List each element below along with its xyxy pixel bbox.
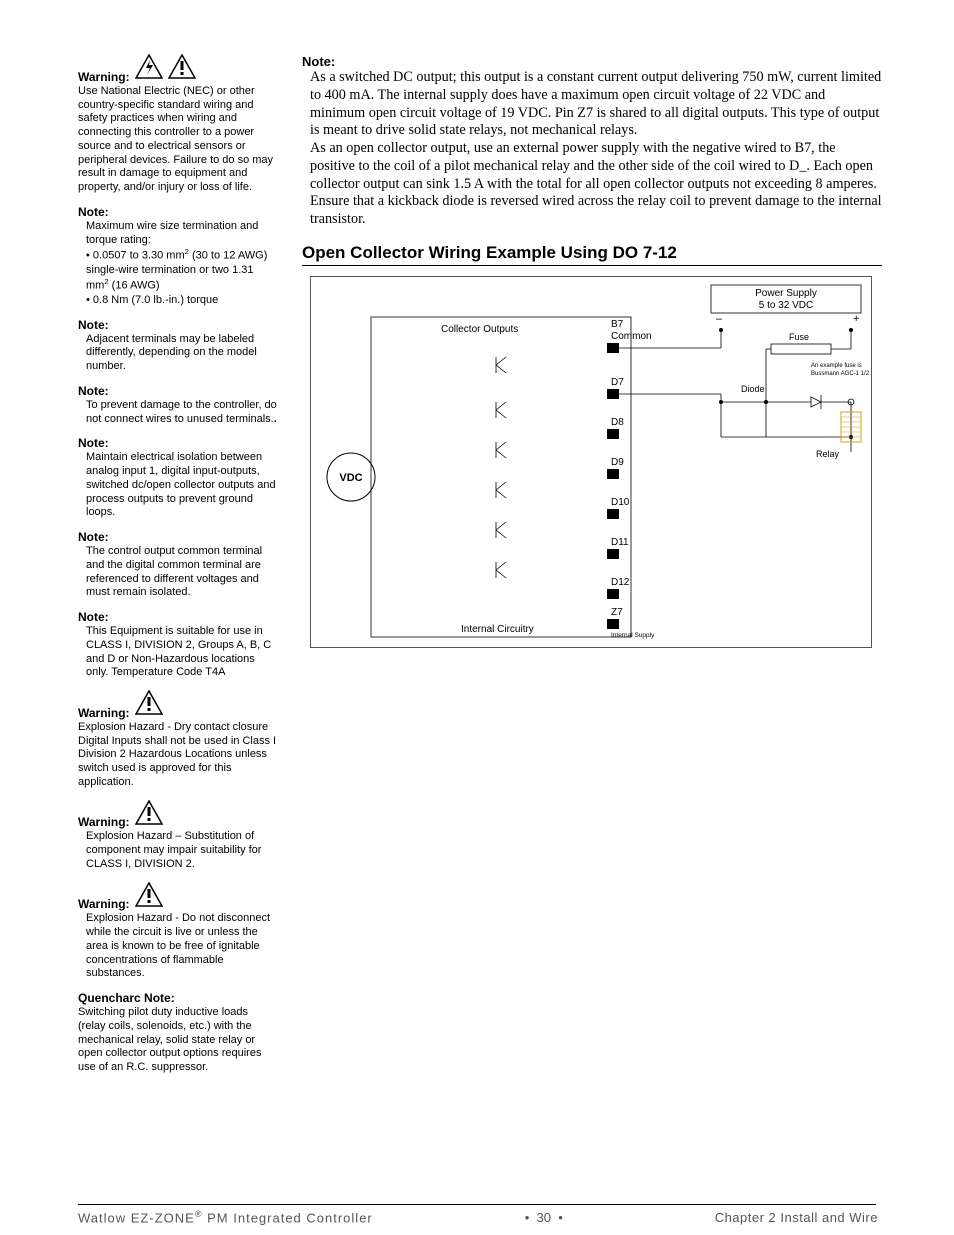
main-para-2: As an open collector output, use an exte… <box>310 140 882 229</box>
note-label: Note: <box>78 384 278 399</box>
svg-text:VDC: VDC <box>339 472 362 484</box>
note-text: The control output common terminal and t… <box>78 545 278 600</box>
note-label: Note: <box>78 205 278 220</box>
svg-text:Bussmann AGC-1 1/2: Bussmann AGC-1 1/2 <box>811 371 870 377</box>
sidebar: Warning: Use National Electric (NEC) or … <box>78 54 278 1085</box>
quencharc-note: Quencharc Note: Switching pilot duty ind… <box>78 991 278 1075</box>
warning-text: Explosion Hazard – Substitution of compo… <box>78 830 278 871</box>
note-label: Note: <box>78 530 278 545</box>
note-text: Maintain electrical isolation between an… <box>78 451 278 520</box>
note-text: Adjacent terminals may be labeled differ… <box>78 333 278 374</box>
note-4: Note: Maintain electrical isolation betw… <box>78 436 278 520</box>
warning-label: Warning: <box>78 897 130 912</box>
svg-text:D8: D8 <box>611 417 624 428</box>
note-bullet: • 0.8 Nm (7.0 lb.-in.) torque <box>86 294 278 308</box>
main-note-label: Note: <box>302 54 882 69</box>
warning-3: Warning: Explosion Hazard – Substitution… <box>78 800 278 872</box>
note-2: Note: Adjacent terminals may be labeled … <box>78 318 278 374</box>
footer-mid: • 30 • <box>525 1210 563 1225</box>
quencharc-text: Switching pilot duty inductive loads (re… <box>78 1006 278 1075</box>
svg-text:B7: B7 <box>611 319 624 330</box>
svg-text:An example fuse is: An example fuse is <box>811 363 862 369</box>
svg-text:Z7: Z7 <box>611 607 623 618</box>
svg-text:5 to 32 VDC: 5 to 32 VDC <box>759 300 813 311</box>
note-label: Note: <box>78 318 278 333</box>
quencharc-label: Quencharc Note: <box>78 991 278 1006</box>
svg-text:–: – <box>716 313 723 325</box>
warning-label: Warning: <box>78 815 130 830</box>
warning-2: Warning: Explosion Hazard - Dry contact … <box>78 690 278 790</box>
svg-text:Common: Common <box>611 331 652 342</box>
note-label: Note: <box>78 610 278 625</box>
note-text: Maximum wire size termination and torque… <box>86 220 278 248</box>
note-5: Note: The control output common terminal… <box>78 530 278 600</box>
caution-icon <box>135 690 163 721</box>
svg-text:Diode: Diode <box>741 384 765 394</box>
footer-right: Chapter 2 Install and Wire <box>715 1210 878 1225</box>
svg-text:D7: D7 <box>611 377 624 388</box>
svg-text:Collector Outputs: Collector Outputs <box>441 324 518 335</box>
footer-left: Watlow EZ-ZONE® PM Integrated Controller <box>78 1209 373 1225</box>
caution-icon <box>135 882 163 913</box>
footer: Watlow EZ-ZONE® PM Integrated Controller… <box>78 1209 878 1225</box>
note-label: Note: <box>78 436 278 451</box>
svg-text:Fuse: Fuse <box>789 332 809 342</box>
warning-text: Explosion Hazard - Dry contact closure D… <box>78 721 278 790</box>
warning-text: Explosion Hazard - Do not disconnect whi… <box>78 912 278 981</box>
shock-hazard-icon <box>135 54 163 85</box>
svg-text:+: + <box>853 313 859 325</box>
note-text: This Equipment is suitable for use in CL… <box>78 625 278 680</box>
svg-text:Internal Circuitry: Internal Circuitry <box>461 624 534 635</box>
warning-4: Warning: Explosion Hazard - Do not disco… <box>78 882 278 982</box>
note-6: Note: This Equipment is suitable for use… <box>78 610 278 680</box>
note-1: Note: Maximum wire size termination and … <box>78 205 278 308</box>
svg-text:Relay: Relay <box>816 449 840 459</box>
note-bullet: • 0.0507 to 3.30 mm2 (30 to 12 AWG) sing… <box>86 247 278 294</box>
footer-rule <box>78 1204 876 1205</box>
wiring-diagram: Power Supply 5 to 32 VDC – + Collector O… <box>310 276 872 648</box>
svg-text:Power Supply: Power Supply <box>755 288 817 299</box>
warning-text: Use National Electric (NEC) or other cou… <box>78 85 278 195</box>
warning-1: Warning: Use National Electric (NEC) or … <box>78 54 278 195</box>
svg-text:Internal Supply: Internal Supply <box>611 632 655 639</box>
note-text: To prevent damage to the controller, do … <box>78 399 278 427</box>
page: Warning: Use National Electric (NEC) or … <box>0 0 954 1235</box>
section-title: Open Collector Wiring Example Using DO 7… <box>302 243 882 266</box>
svg-text:D9: D9 <box>611 457 624 468</box>
main-content: Note: As a switched DC output; this outp… <box>302 54 882 648</box>
main-para-1: As a switched DC output; this output is … <box>310 69 882 140</box>
note-3: Note: To prevent damage to the controlle… <box>78 384 278 427</box>
svg-text:D12: D12 <box>611 577 630 588</box>
svg-text:D11: D11 <box>611 537 629 548</box>
caution-icon <box>135 800 163 831</box>
warning-label: Warning: <box>78 706 130 721</box>
svg-text:D10: D10 <box>611 497 630 508</box>
warning-label: Warning: <box>78 70 130 85</box>
caution-icon <box>168 54 196 85</box>
